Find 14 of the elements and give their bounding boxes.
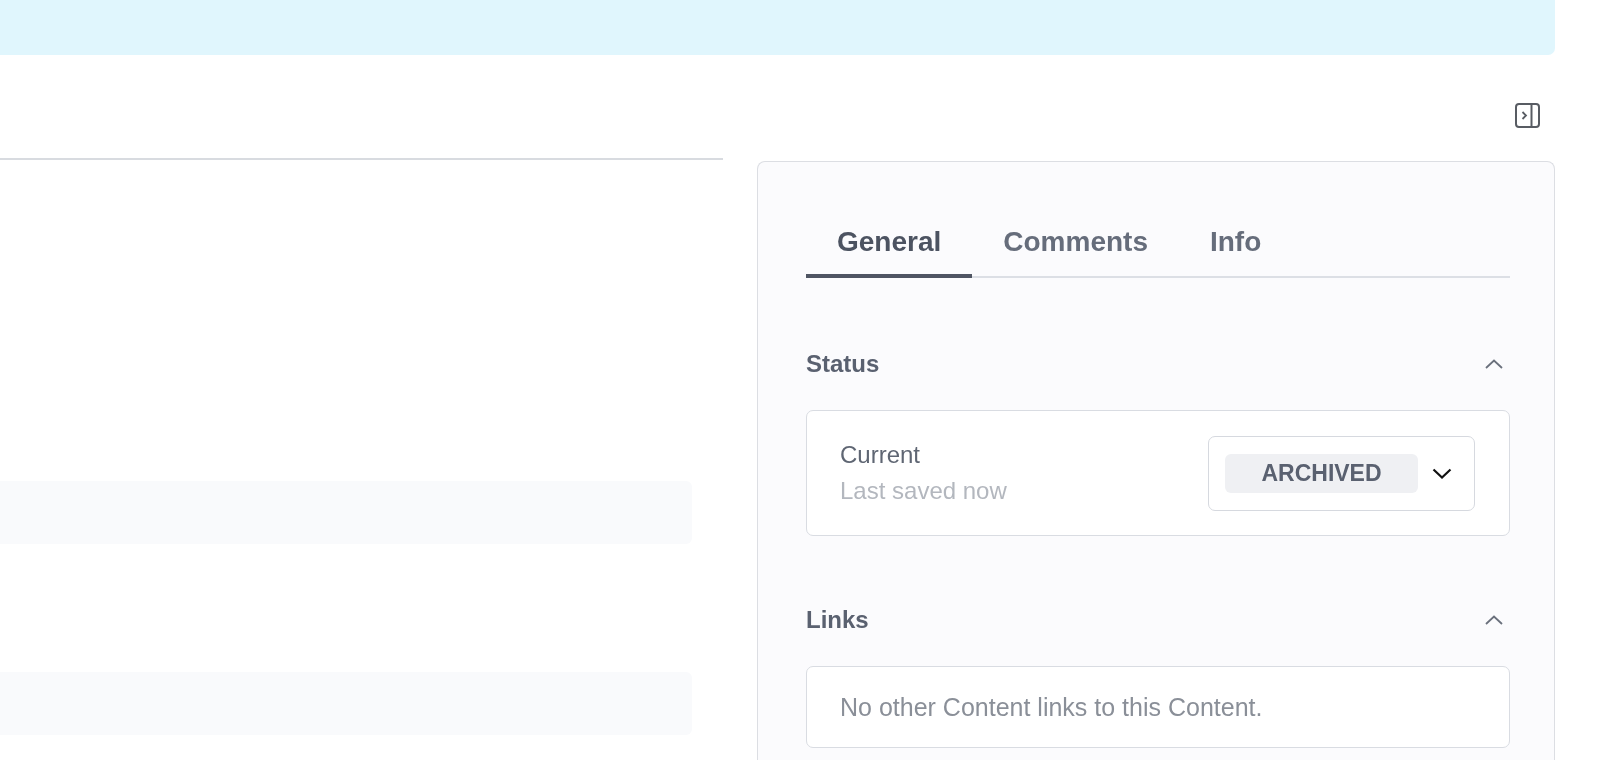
section-title: Status [806, 350, 880, 378]
empty-message: No other Content links to this Content. [840, 692, 1263, 722]
tab[interactable]: General [806, 214, 973, 278]
status-dropdown[interactable]: ARCHIVED [1208, 435, 1475, 511]
chevron-down-icon [1432, 467, 1452, 479]
chevron-icon[interactable] [1485, 359, 1503, 369]
tab[interactable]: Comments [972, 214, 1179, 278]
section-title: Links [806, 606, 869, 634]
chevron-icon[interactable] [1485, 615, 1503, 625]
sidebar-toggle-icon[interactable] [1515, 103, 1540, 128]
status-badge: ARCHIVED [1225, 453, 1418, 493]
tab[interactable]: Info [1179, 214, 1293, 278]
status-label: Current [840, 440, 922, 470]
save-note: Last saved now [840, 476, 1007, 506]
